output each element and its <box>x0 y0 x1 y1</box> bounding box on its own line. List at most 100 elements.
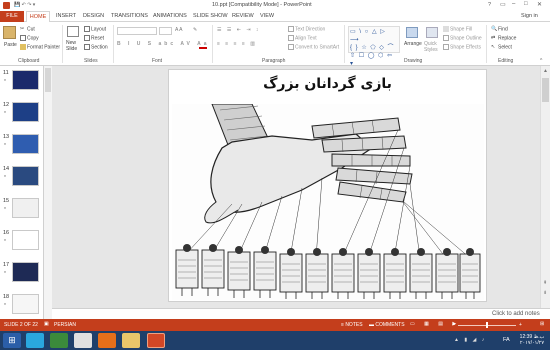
zoom-slider-thumb[interactable] <box>486 322 488 328</box>
media-player-icon[interactable] <box>74 333 92 348</box>
section-button[interactable]: Section <box>84 44 108 50</box>
clipboard-group-label: Clipboard <box>18 58 40 64</box>
arrange-icon[interactable] <box>406 27 418 38</box>
grow-shrink-font-icon[interactable]: A A <box>175 27 183 33</box>
zoom-out-icon[interactable]: – <box>452 322 455 328</box>
telegram-icon[interactable] <box>26 333 44 348</box>
windows-start-icon[interactable]: ⊞ <box>3 333 21 348</box>
quick-access-toolbar[interactable]: 💾 ↶ ↷ ▾ <box>14 2 35 8</box>
clock-date: ۲۰۱۷/۰۱/۲۷ <box>519 340 545 346</box>
slide-thumbnail[interactable] <box>12 262 39 282</box>
tab-review[interactable]: REVIEW <box>232 13 254 19</box>
list-buttons[interactable]: ☰ ☰ ⇤ ⇥ ↕ <box>217 27 260 33</box>
slide-title[interactable]: بازی گردانان بزرگ <box>169 76 486 92</box>
clock[interactable]: 12:39 ب.ظ ۲۰۱۷/۰۱/۲۷ <box>516 334 548 346</box>
slide-thumbnail[interactable] <box>12 230 39 250</box>
slide-thumbnail-pane[interactable]: 11 * 12 * 13 * 14 * 15 * 16 * 17 * 18 * <box>0 66 44 319</box>
align-text-icon <box>288 35 294 41</box>
quick-styles-button[interactable]: Quick Styles <box>424 41 440 53</box>
copy-button[interactable]: Copy <box>20 35 39 41</box>
slide-thumbnail[interactable] <box>12 198 39 218</box>
shape-fill-button[interactable]: Shape Fill <box>443 26 472 32</box>
collapse-ribbon-icon[interactable]: ^ <box>540 58 542 64</box>
font-style-buttons[interactable]: B I U S abc AV Aa <box>117 41 210 47</box>
prev-slide-icon[interactable]: ⇞ <box>543 280 547 286</box>
replace-button[interactable]: ⇄ Replace <box>491 35 516 41</box>
maximize-icon[interactable]: □ <box>524 1 528 7</box>
notes-placeholder[interactable]: Click to add notes <box>492 311 540 317</box>
powerpoint-taskbar-icon[interactable] <box>147 333 165 348</box>
cartoon-image[interactable] <box>172 103 484 300</box>
thumbnail-number: 13 <box>3 134 10 140</box>
font-size-dropdown[interactable] <box>159 27 172 35</box>
close-icon[interactable]: ✕ <box>537 1 542 8</box>
puppeteer-cartoon <box>172 103 484 300</box>
tab-insert[interactable]: INSERT <box>56 13 76 19</box>
select-button[interactable]: ↖ Select <box>491 44 512 50</box>
alignment-buttons[interactable]: ≡ ≡ ≡ ≡ ▥ <box>217 41 257 47</box>
notes-button[interactable]: ≡ NOTES <box>341 322 363 328</box>
text-direction-button[interactable]: Text Direction <box>288 26 325 32</box>
file-explorer-icon[interactable] <box>122 333 140 348</box>
slide-thumbnail[interactable] <box>12 102 39 122</box>
slide-thumbnail[interactable] <box>12 294 39 314</box>
powerpoint-app-icon[interactable] <box>3 2 10 9</box>
quick-styles-icon[interactable] <box>426 27 438 38</box>
find-button[interactable]: 🔍Find <box>491 26 508 32</box>
help-icon[interactable]: ? <box>488 2 491 8</box>
slide-scrollbar[interactable]: ▲ ⇞ ⇟ <box>540 66 550 308</box>
new-slide-icon[interactable] <box>67 26 79 37</box>
slide-canvas[interactable]: بازی گردانان بزرگ <box>168 69 487 302</box>
shape-effects-button[interactable]: Shape Effects <box>443 44 481 50</box>
cut-button[interactable]: ✂ Cut <box>20 26 35 32</box>
sign-in-link[interactable]: Sign in <box>521 13 538 19</box>
divider <box>113 25 114 63</box>
notes-pane[interactable]: Click to add notes <box>52 308 550 319</box>
internet-explorer-icon[interactable] <box>50 333 68 348</box>
new-slide-button[interactable]: New Slide <box>66 40 80 52</box>
slide-editor[interactable]: بازی گردانان بزرگ <box>52 66 540 308</box>
comments-button[interactable]: ▬ COMMENTS <box>369 322 405 328</box>
paste-button[interactable]: Paste <box>4 42 17 48</box>
tab-file[interactable]: FILE <box>0 11 24 22</box>
zoom-in-icon[interactable]: + <box>519 322 522 328</box>
font-color-icon[interactable] <box>199 41 207 49</box>
keyboard-language[interactable]: FA <box>503 337 510 343</box>
tab-view[interactable]: VIEW <box>260 13 274 19</box>
clear-formatting-icon[interactable]: ✎ <box>193 27 197 33</box>
align-text-button[interactable]: Align Text <box>288 35 317 41</box>
tab-design[interactable]: DESIGN <box>83 13 104 19</box>
arrange-button[interactable]: Arrange <box>404 41 422 47</box>
system-tray-icons[interactable]: ▲ ▮ ◢ ♪ <box>454 337 486 343</box>
fit-to-window-icon[interactable]: ⊞ <box>540 321 544 327</box>
thumbnail-scrollbar[interactable] <box>44 66 52 319</box>
convert-smartart-button[interactable]: Convert to SmartArt <box>288 44 339 50</box>
smartart-icon <box>288 44 294 50</box>
thumbnail-animation-marker: * <box>4 143 6 149</box>
scrollbar-thumb[interactable] <box>45 68 51 92</box>
shapes-gallery[interactable]: ▭ \ ○ △ ▷ ⟶{ } ☆ ⬠ ◇ ⌒ ⇧ ☐ ◯ ⬡ ⇦ ▾ <box>348 26 400 67</box>
paste-icon[interactable] <box>3 26 16 39</box>
font-name-dropdown[interactable] <box>117 27 157 35</box>
spellcheck-icon[interactable]: ▣ <box>44 321 49 327</box>
tab-animations[interactable]: ANIMATIONS <box>153 13 187 19</box>
ribbon-display-icon[interactable]: ▭ <box>500 1 506 8</box>
layout-button[interactable]: Layout <box>84 26 106 32</box>
tab-transitions[interactable]: TRANSITIONS <box>111 13 148 19</box>
slide-thumbnail[interactable] <box>12 70 39 90</box>
minimize-icon[interactable]: – <box>512 1 515 7</box>
scroll-up-icon[interactable]: ▲ <box>543 68 548 74</box>
tab-slide-show[interactable]: SLIDE SHOW <box>193 13 228 19</box>
format-painter-button[interactable]: Format Painter <box>20 44 60 50</box>
shape-outline-button[interactable]: Shape Outline <box>443 35 482 41</box>
language-indicator[interactable]: PERSIAN <box>54 322 76 328</box>
shape-outline-label: Shape Outline <box>450 35 482 42</box>
reset-button[interactable]: Reset <box>84 35 104 41</box>
windows-taskbar: ⊞ ▲ ▮ ◢ ♪ FA 12:39 ب.ظ ۲۰۱۷/۰۱/۲۷ <box>0 331 550 350</box>
slide-thumbnail[interactable] <box>12 166 39 186</box>
scrollbar-thumb[interactable] <box>542 78 549 102</box>
slide-thumbnail[interactable] <box>12 134 39 154</box>
firefox-icon[interactable] <box>98 333 116 348</box>
next-slide-icon[interactable]: ⇟ <box>543 290 547 296</box>
divider <box>62 25 63 63</box>
